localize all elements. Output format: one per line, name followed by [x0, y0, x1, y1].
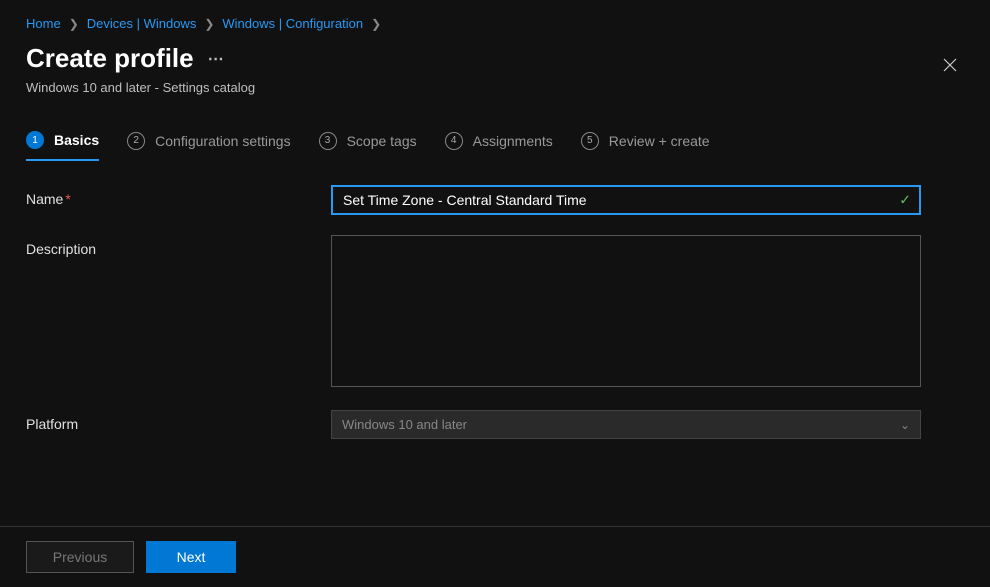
- close-icon: [943, 58, 957, 72]
- form: Name* ✓ Description Platform Windows 10 …: [26, 185, 964, 439]
- footer: Previous Next: [0, 526, 990, 587]
- breadcrumb: Home ❯ Devices | Windows ❯ Windows | Con…: [26, 16, 964, 31]
- name-input[interactable]: [331, 185, 921, 215]
- page-title: Create profile: [26, 43, 194, 74]
- step-label: Configuration settings: [155, 133, 290, 149]
- breadcrumb-item-home[interactable]: Home: [26, 16, 61, 31]
- step-scope-tags[interactable]: 3 Scope tags: [319, 132, 417, 160]
- step-review-create[interactable]: 5 Review + create: [581, 132, 710, 160]
- chevron-right-icon: ❯: [204, 17, 214, 31]
- step-config-settings[interactable]: 2 Configuration settings: [127, 132, 290, 160]
- more-icon[interactable]: ⋯: [208, 49, 226, 69]
- step-label: Scope tags: [347, 133, 417, 149]
- platform-select: Windows 10 and later ⌄: [331, 410, 921, 439]
- breadcrumb-item-devices[interactable]: Devices | Windows: [87, 16, 197, 31]
- step-label: Basics: [54, 132, 99, 148]
- step-number: 3: [319, 132, 337, 150]
- chevron-down-icon: ⌄: [900, 418, 910, 432]
- platform-label: Platform: [26, 410, 331, 439]
- step-number: 2: [127, 132, 145, 150]
- previous-button[interactable]: Previous: [26, 541, 134, 573]
- next-button[interactable]: Next: [146, 541, 236, 573]
- step-number: 1: [26, 131, 44, 149]
- chevron-right-icon: ❯: [371, 17, 381, 31]
- wizard-stepper: 1 Basics 2 Configuration settings 3 Scop…: [26, 131, 964, 161]
- step-assignments[interactable]: 4 Assignments: [445, 132, 553, 160]
- description-label: Description: [26, 235, 331, 390]
- description-input[interactable]: [331, 235, 921, 387]
- platform-value: Windows 10 and later: [342, 417, 467, 432]
- step-number: 5: [581, 132, 599, 150]
- name-label-text: Name: [26, 191, 63, 207]
- close-button[interactable]: [936, 51, 964, 79]
- step-number: 4: [445, 132, 463, 150]
- step-label: Review + create: [609, 133, 710, 149]
- chevron-right-icon: ❯: [69, 17, 79, 31]
- breadcrumb-item-configuration[interactable]: Windows | Configuration: [222, 16, 363, 31]
- name-label: Name*: [26, 185, 331, 215]
- required-indicator: *: [65, 191, 70, 207]
- step-basics[interactable]: 1 Basics: [26, 131, 99, 161]
- page-subtitle: Windows 10 and later - Settings catalog: [26, 80, 936, 95]
- step-label: Assignments: [473, 133, 553, 149]
